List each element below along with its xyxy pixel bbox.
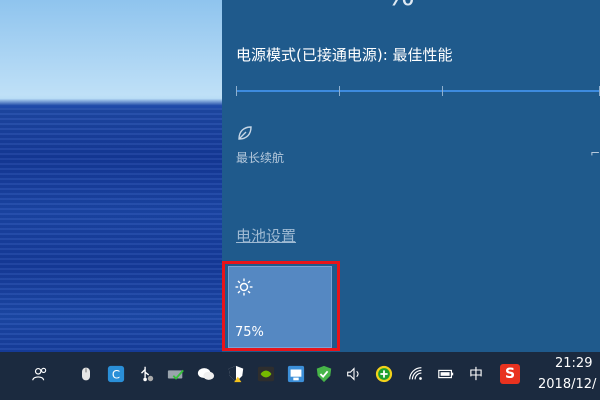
sogou-icon[interactable]: S (500, 364, 520, 384)
slider-tick (339, 86, 340, 96)
wallpaper-sea (0, 108, 222, 352)
leaf-icon (236, 124, 254, 142)
sun-icon (234, 277, 254, 297)
brightness-tile[interactable]: 75% (228, 266, 332, 348)
power-mode-label: 电源模式(已接通电源): 最佳性能 (236, 46, 453, 64)
slider-tick (236, 86, 237, 96)
battery-settings-link[interactable]: 电池设置 (236, 225, 296, 246)
power-mode-slider[interactable] (236, 86, 600, 96)
performance-icon: ⌐ (590, 146, 600, 160)
clock-date[interactable]: 2018/12/ (538, 377, 596, 392)
usb-icon[interactable] (136, 364, 156, 384)
brightness-value: 75% (235, 325, 264, 340)
desktop-wallpaper (0, 0, 222, 352)
taskbar: C 中 S 21:29 2018/12/ (0, 352, 600, 400)
battery-check-icon[interactable] (166, 364, 186, 384)
power-mode-slider-fill (236, 90, 600, 92)
plus-green-icon[interactable] (374, 364, 394, 384)
network-adapter-icon[interactable] (286, 364, 306, 384)
nvidia-icon[interactable] (256, 364, 276, 384)
wifi-icon[interactable] (406, 364, 426, 384)
svg-text:C: C (112, 368, 120, 382)
volume-icon[interactable] (344, 364, 364, 384)
mouse-icon[interactable] (76, 364, 96, 384)
security-c-icon[interactable]: C (106, 364, 126, 384)
battery-icon[interactable] (436, 364, 456, 384)
ime-icon[interactable]: 中 (466, 364, 486, 384)
battery-saver-label: 最长续航 (236, 151, 285, 165)
clock-time[interactable]: 21:29 (555, 356, 592, 371)
wechat-icon[interactable] (196, 364, 216, 384)
shield-warning-icon[interactable] (226, 364, 246, 384)
slider-tick (442, 86, 443, 96)
action-center-panel: ¹⁰⁰% 电源模式(已接通电源): 最佳性能 最长续航 ⌐ 电池设置 75% (222, 0, 600, 352)
people-icon[interactable] (30, 364, 50, 384)
top-partial-text: ¹⁰⁰% (332, 0, 421, 13)
shield-green-icon[interactable] (314, 364, 334, 384)
